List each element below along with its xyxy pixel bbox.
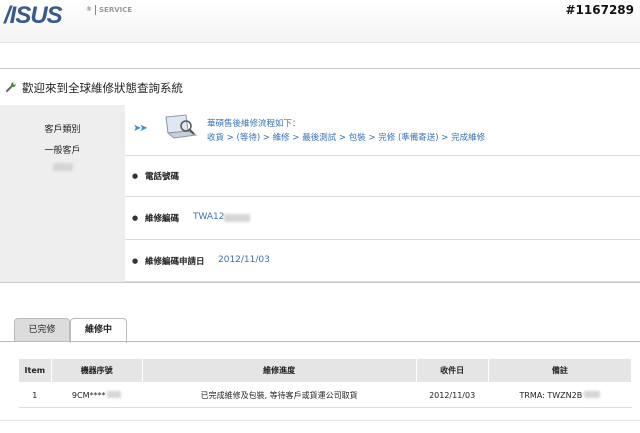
customer-panel: 客戶類別 一般客戶 <box>0 105 125 282</box>
page-title-row: 歡迎來到全球維修狀態查詢系統 <box>0 68 640 106</box>
top-bar: /ISUS ® SERVICE <box>0 0 640 43</box>
rma-date-label: 維修編碼申請日 <box>145 257 205 267</box>
serial-redacted <box>107 390 122 398</box>
customer-type-value: 一般客戶 <box>44 146 81 156</box>
section-divider <box>0 282 640 283</box>
rma-redacted <box>224 214 250 222</box>
col-serial: 機器序號 <box>50 358 143 383</box>
tab-in-progress[interactable]: 維修中 <box>70 318 127 343</box>
service-label[interactable]: SERVICE <box>99 6 132 14</box>
service-divider <box>95 5 96 15</box>
bullet-icon: ● <box>132 257 139 265</box>
col-received-date: 收件日 <box>415 358 489 383</box>
col-progress: 維修進度 <box>141 358 417 383</box>
serial-text: 9CM**** <box>71 390 106 400</box>
cell-item: 1 <box>18 382 52 408</box>
phone-label: 電話號碼 <box>145 172 180 182</box>
rma-value: TWA12 <box>193 212 225 222</box>
repair-flow-steps: 收貨 > (等待) > 維修 > 最後測試 > 包裝 > 完修 (準備寄送) >… <box>207 133 486 143</box>
col-item: Item <box>18 358 52 383</box>
repair-status-table: Item 機器序號 維修進度 收件日 備註 1 9CM**** 已完成維修及包裝… <box>18 358 633 408</box>
remarks-redacted <box>584 390 601 398</box>
rma-date-value: 2012/11/03 <box>218 255 270 265</box>
repair-flow-title: 華碩售後維修流程如下： <box>207 119 301 129</box>
cell-received-date: 2012/11/03 <box>416 382 489 408</box>
bullet-icon: ● <box>132 214 139 222</box>
laptop-magnifier-icon <box>165 114 198 139</box>
rma-label: 維修編碼 <box>145 214 180 224</box>
cell-progress: 已完成維修及包裝, 等待客戶或貨運公司取貨 <box>142 382 417 408</box>
customer-type-label: 客戶類別 <box>44 125 81 135</box>
flow-arrows-icon: ➤➤ <box>133 123 148 134</box>
tab-completed[interactable]: 已完修 <box>14 318 70 342</box>
cell-serial: 9CM**** <box>51 382 143 408</box>
bullet-icon: ● <box>132 172 139 180</box>
repair-info-panel: ➤➤ 華碩售後維修流程如下： 收貨 > (等待) > 維修 > 最後測試 > 包… <box>125 105 640 282</box>
page-title: 歡迎來到全球維修狀態查詢系統 <box>22 81 183 95</box>
remarks-text: TRMA: TWZN2B <box>519 390 583 400</box>
table-header-row: Item 機器序號 維修進度 收件日 備註 <box>18 358 633 383</box>
footer-divider <box>0 420 640 421</box>
table-row: 1 9CM**** 已完成維修及包裝, 等待客戶或貨運公司取貨 2012/11/… <box>18 382 632 408</box>
rma-row: ● 維修編碼 TWA12 <box>125 197 640 240</box>
status-tabs: 已完修 維修中 <box>0 318 640 343</box>
asus-logo[interactable]: /ISUS <box>4 2 63 30</box>
watermark-id: #1167289 <box>565 3 634 17</box>
phone-row: ● 電話號碼 <box>125 156 640 197</box>
wrench-icon <box>6 82 16 92</box>
registered-mark: ® <box>86 6 92 13</box>
customer-name-redacted <box>0 163 125 174</box>
rma-date-row: ● 維修編碼申請日 2012/11/03 <box>125 240 640 282</box>
cell-remarks: TRMA: TWZN2B <box>488 382 632 408</box>
tabs-baseline <box>0 341 640 342</box>
col-remarks: 備註 <box>487 358 633 383</box>
repair-flow-row: ➤➤ 華碩售後維修流程如下： 收貨 > (等待) > 維修 > 最後測試 > 包… <box>125 105 640 156</box>
